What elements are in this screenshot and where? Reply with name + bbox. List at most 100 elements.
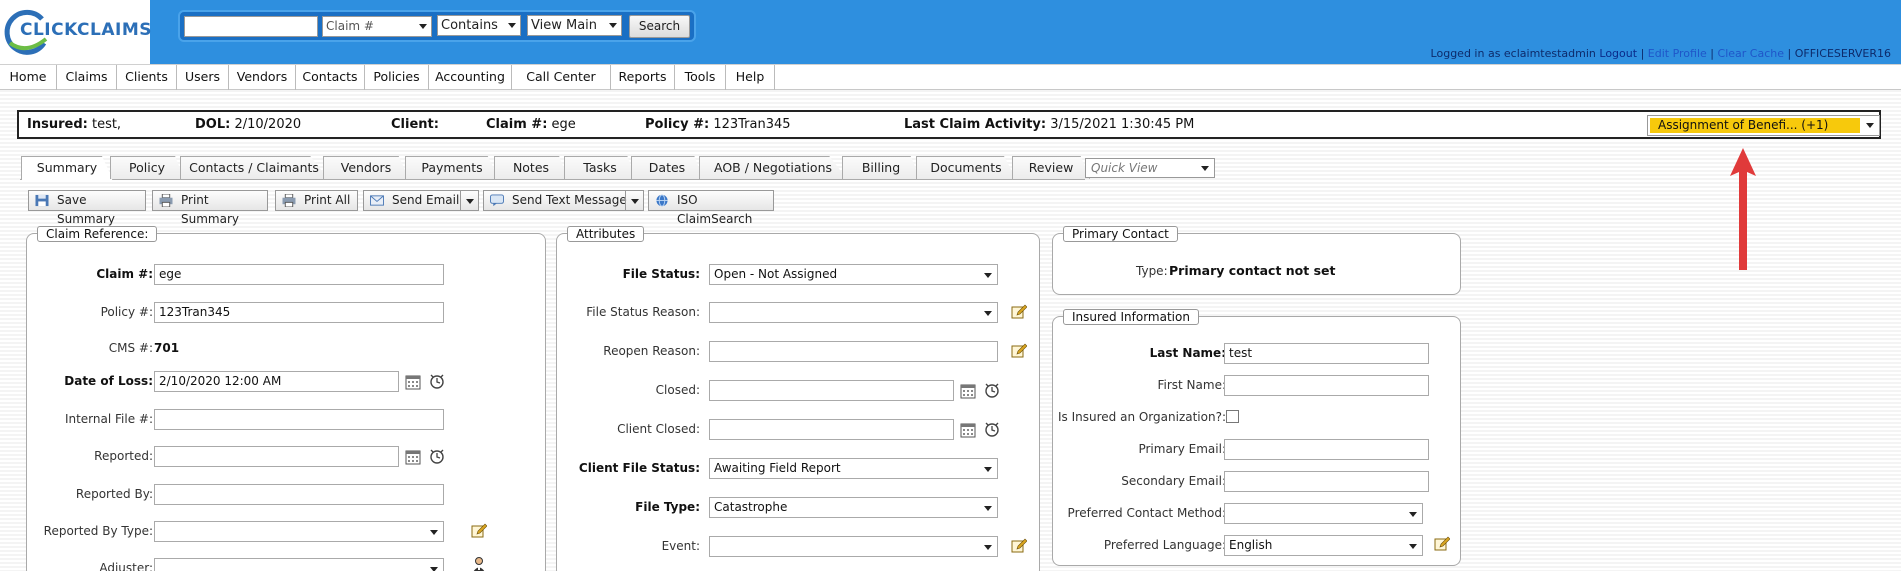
chevron-down-icon — [984, 506, 992, 511]
is-organization-label: Is Insured an Organization?: — [1058, 410, 1226, 424]
user-icon[interactable] — [471, 556, 487, 571]
claim-reference-panel: Claim Reference: Claim #: ege Policy #: … — [26, 226, 546, 571]
preferred-language-label: Preferred Language: — [1103, 538, 1226, 552]
search-operator-select[interactable]: Contains — [437, 15, 521, 36]
menu-vendors[interactable]: Vendors — [229, 65, 296, 90]
reported-by-type-label: Reported By Type: — [43, 524, 153, 538]
calendar-icon[interactable] — [405, 374, 421, 390]
logout-link[interactable]: Logout — [1599, 47, 1637, 60]
tab-documents[interactable]: Documents — [916, 156, 1016, 179]
clock-icon[interactable] — [984, 421, 1000, 437]
aob-select[interactable]: Assignment of Benefi... (+1) — [1647, 115, 1880, 136]
reopen-reason-input[interactable] — [709, 341, 998, 362]
panel-title: Attributes — [567, 226, 645, 242]
edit-profile-link[interactable]: Edit Profile — [1648, 47, 1707, 60]
reported-label: Reported: — [94, 449, 153, 463]
menu-call-center[interactable]: Call Center — [512, 65, 611, 90]
tab-dates[interactable]: Dates — [631, 156, 703, 179]
event-select[interactable] — [709, 536, 998, 557]
search-input[interactable] — [184, 16, 318, 37]
tab-policy[interactable]: Policy — [110, 156, 184, 179]
menu-home[interactable]: Home — [0, 65, 57, 90]
last-name-input[interactable]: test — [1224, 343, 1429, 364]
search-view-select[interactable]: View Main — [527, 15, 622, 36]
reported-by-type-select[interactable] — [154, 521, 444, 542]
preferred-contact-method-select[interactable] — [1224, 503, 1423, 524]
event-label: Event: — [661, 539, 700, 553]
search-button[interactable]: Search — [629, 15, 690, 38]
file-status-select[interactable]: Open - Not Assigned — [709, 264, 998, 285]
tab-aob-negotiations[interactable]: AOB / Negotiations — [699, 156, 847, 179]
print-all-button[interactable]: Print All — [275, 190, 358, 211]
tab-review[interactable]: Review — [1012, 156, 1090, 179]
send-email-dropdown[interactable] — [460, 191, 478, 210]
send-text-message-button[interactable]: Send Text Message — [483, 190, 644, 211]
tab-notes[interactable]: Notes — [494, 156, 568, 179]
tab-contacts-claimants[interactable]: Contacts / Claimants — [180, 156, 328, 179]
adjuster-select[interactable] — [154, 558, 444, 571]
chevron-down-icon — [609, 23, 617, 28]
menu-contacts[interactable]: Contacts — [296, 65, 365, 90]
claim-number-input[interactable]: ege — [154, 264, 444, 285]
menu-claims[interactable]: Claims — [57, 65, 117, 90]
cms-number-value: 701 — [154, 341, 180, 355]
chevron-down-icon — [430, 567, 438, 571]
clear-cache-link[interactable]: Clear Cache — [1718, 47, 1784, 60]
reported-by-input[interactable] — [154, 484, 444, 505]
edit-icon[interactable] — [471, 523, 487, 539]
edit-icon[interactable] — [1011, 538, 1027, 554]
logo[interactable]: CLICKCLAIMS — [0, 0, 151, 64]
date-of-loss-input[interactable]: 2/10/2020 12:00 AM — [154, 371, 399, 392]
menu-users[interactable]: Users — [177, 65, 229, 90]
closed-input[interactable] — [709, 380, 954, 401]
internal-file-label: Internal File #: — [64, 412, 153, 426]
chevron-down-icon — [419, 24, 427, 29]
first-name-input[interactable] — [1224, 375, 1429, 396]
primary-email-input[interactable] — [1224, 439, 1429, 460]
server-name: OFFICESERVER16 — [1794, 47, 1891, 60]
print-summary-button[interactable]: Print Summary — [152, 190, 268, 226]
tab-payments[interactable]: Payments — [405, 156, 499, 179]
menu-accounting[interactable]: Accounting — [429, 65, 512, 90]
menu-policies[interactable]: Policies — [365, 65, 429, 90]
menu-tools[interactable]: Tools — [675, 65, 726, 90]
chevron-down-icon — [430, 530, 438, 535]
edit-icon[interactable] — [1434, 536, 1450, 552]
quick-view-select[interactable]: Quick View — [1085, 158, 1215, 178]
calendar-icon[interactable] — [960, 383, 976, 399]
internal-file-input[interactable] — [154, 409, 444, 430]
send-text-dropdown[interactable] — [625, 191, 643, 210]
chevron-down-icon — [984, 467, 992, 472]
menu-clients[interactable]: Clients — [117, 65, 177, 90]
search-field-select[interactable]: Claim # — [322, 16, 432, 37]
calendar-icon[interactable] — [960, 422, 976, 438]
reported-input[interactable] — [154, 446, 399, 467]
tab-tasks[interactable]: Tasks — [564, 156, 636, 179]
primary-contact-panel: Primary Contact Type: Primary contact no… — [1052, 226, 1461, 295]
menu-reports[interactable]: Reports — [611, 65, 675, 90]
clock-icon[interactable] — [984, 382, 1000, 398]
clock-icon[interactable] — [429, 448, 445, 464]
file-type-label: File Type: — [635, 500, 700, 514]
preferred-language-select[interactable]: English — [1224, 535, 1423, 556]
tab-billing[interactable]: Billing — [842, 156, 920, 179]
tab-vendors[interactable]: Vendors — [323, 156, 409, 179]
file-type-select[interactable]: Catastrophe — [709, 497, 998, 518]
send-email-button[interactable]: Send Email — [363, 190, 479, 211]
tab-summary[interactable]: Summary — [21, 156, 113, 180]
clock-icon[interactable] — [429, 373, 445, 389]
calendar-icon[interactable] — [405, 449, 421, 465]
policy-number-input[interactable]: 123Tran345 — [154, 302, 444, 323]
edit-icon[interactable] — [1011, 343, 1027, 359]
client-closed-input[interactable] — [709, 419, 954, 440]
is-organization-checkbox[interactable] — [1226, 410, 1239, 423]
file-status-reason-select[interactable] — [709, 302, 998, 323]
edit-icon[interactable] — [1011, 304, 1027, 320]
secondary-email-input[interactable] — [1224, 471, 1429, 492]
save-summary-button[interactable]: Save Summary — [28, 190, 146, 226]
text-message-icon — [490, 194, 504, 207]
menu-help[interactable]: Help — [726, 65, 775, 90]
iso-claimsearch-button[interactable]: ISO ClaimSearch — [648, 190, 774, 226]
client-file-status-select[interactable]: Awaiting Field Report — [709, 458, 998, 479]
first-name-label: First Name: — [1157, 378, 1226, 392]
